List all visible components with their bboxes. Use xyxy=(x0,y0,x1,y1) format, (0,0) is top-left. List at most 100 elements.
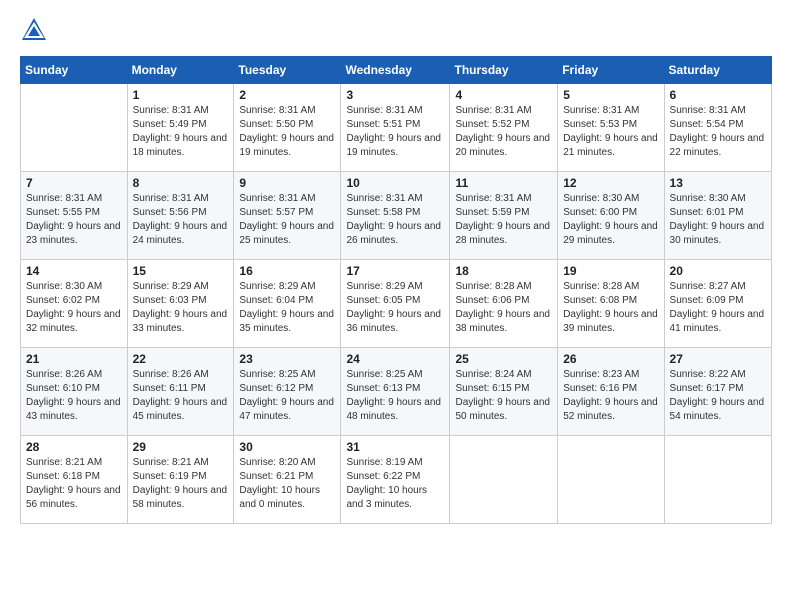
day-info: Sunrise: 8:25 AMSunset: 6:13 PMDaylight:… xyxy=(346,368,444,424)
day-number: 24 xyxy=(346,352,444,366)
calendar-cell: 21 Sunrise: 8:26 AMSunset: 6:10 PMDayligh… xyxy=(21,348,128,436)
calendar-cell: 28 Sunrise: 8:21 AMSunset: 6:18 PMDayligh… xyxy=(21,436,128,524)
day-info: Sunrise: 8:20 AMSunset: 6:21 PMDaylight:… xyxy=(239,456,335,512)
calendar-cell: 25 Sunrise: 8:24 AMSunset: 6:15 PMDayligh… xyxy=(450,348,558,436)
day-info: Sunrise: 8:19 AMSunset: 6:22 PMDaylight:… xyxy=(346,456,444,512)
day-number: 5 xyxy=(563,88,658,102)
day-number: 21 xyxy=(26,352,122,366)
day-info: Sunrise: 8:31 AMSunset: 5:49 PMDaylight:… xyxy=(133,104,229,160)
day-info: Sunrise: 8:31 AMSunset: 5:55 PMDaylight:… xyxy=(26,192,122,248)
day-info: Sunrise: 8:28 AMSunset: 6:06 PMDaylight:… xyxy=(455,280,552,336)
day-number: 25 xyxy=(455,352,552,366)
day-info: Sunrise: 8:21 AMSunset: 6:18 PMDaylight:… xyxy=(26,456,122,512)
day-info: Sunrise: 8:29 AMSunset: 6:04 PMDaylight:… xyxy=(239,280,335,336)
weekday-header-wednesday: Wednesday xyxy=(341,57,450,84)
day-info: Sunrise: 8:31 AMSunset: 5:56 PMDaylight:… xyxy=(133,192,229,248)
day-info: Sunrise: 8:28 AMSunset: 6:08 PMDaylight:… xyxy=(563,280,658,336)
calendar-cell xyxy=(664,436,771,524)
day-number: 28 xyxy=(26,440,122,454)
calendar-cell: 24 Sunrise: 8:25 AMSunset: 6:13 PMDayligh… xyxy=(341,348,450,436)
calendar-cell: 26 Sunrise: 8:23 AMSunset: 6:16 PMDayligh… xyxy=(558,348,664,436)
weekday-header-sunday: Sunday xyxy=(21,57,128,84)
day-number: 27 xyxy=(670,352,766,366)
day-info: Sunrise: 8:31 AMSunset: 5:58 PMDaylight:… xyxy=(346,192,444,248)
day-number: 26 xyxy=(563,352,658,366)
calendar-cell: 20 Sunrise: 8:27 AMSunset: 6:09 PMDayligh… xyxy=(664,260,771,348)
day-info: Sunrise: 8:27 AMSunset: 6:09 PMDaylight:… xyxy=(670,280,766,336)
day-number: 8 xyxy=(133,176,229,190)
calendar-cell: 4Sunrise: 8:31 AMSunset: 5:52 PMDaylight… xyxy=(450,84,558,172)
day-number: 14 xyxy=(26,264,122,278)
day-number: 31 xyxy=(346,440,444,454)
weekday-header-monday: Monday xyxy=(127,57,234,84)
calendar-cell: 14 Sunrise: 8:30 AMSunset: 6:02 PMDayligh… xyxy=(21,260,128,348)
calendar-cell: 11 Sunrise: 8:31 AMSunset: 5:59 PMDayligh… xyxy=(450,172,558,260)
calendar-cell: 17 Sunrise: 8:29 AMSunset: 6:05 PMDayligh… xyxy=(341,260,450,348)
calendar-cell: 10 Sunrise: 8:31 AMSunset: 5:58 PMDayligh… xyxy=(341,172,450,260)
day-number: 2 xyxy=(239,88,335,102)
calendar-cell: 19 Sunrise: 8:28 AMSunset: 6:08 PMDayligh… xyxy=(558,260,664,348)
logo xyxy=(20,16,52,44)
calendar-cell: 22 Sunrise: 8:26 AMSunset: 6:11 PMDayligh… xyxy=(127,348,234,436)
day-number: 1 xyxy=(133,88,229,102)
day-number: 22 xyxy=(133,352,229,366)
day-number: 19 xyxy=(563,264,658,278)
day-info: Sunrise: 8:25 AMSunset: 6:12 PMDaylight:… xyxy=(239,368,335,424)
week-row-0: 1 Sunrise: 8:31 AMSunset: 5:49 PMDaylight… xyxy=(21,84,772,172)
day-info: Sunrise: 8:30 AMSunset: 6:01 PMDaylight:… xyxy=(670,192,766,248)
calendar-cell: 16 Sunrise: 8:29 AMSunset: 6:04 PMDayligh… xyxy=(234,260,341,348)
calendar-cell: 30 Sunrise: 8:20 AMSunset: 6:21 PMDayligh… xyxy=(234,436,341,524)
day-info: Sunrise: 8:31 AMSunset: 5:59 PMDaylight:… xyxy=(455,192,552,248)
weekday-header-saturday: Saturday xyxy=(664,57,771,84)
day-info: Sunrise: 8:22 AMSunset: 6:17 PMDaylight:… xyxy=(670,368,766,424)
day-number: 11 xyxy=(455,176,552,190)
day-info: Sunrise: 8:31 AMSunset: 5:51 PMDaylight:… xyxy=(346,104,444,160)
weekday-header-thursday: Thursday xyxy=(450,57,558,84)
weekday-header-tuesday: Tuesday xyxy=(234,57,341,84)
day-info: Sunrise: 8:30 AMSunset: 6:00 PMDaylight:… xyxy=(563,192,658,248)
day-info: Sunrise: 8:31 AMSunset: 5:57 PMDaylight:… xyxy=(239,192,335,248)
day-info: Sunrise: 8:31 AMSunset: 5:50 PMDaylight:… xyxy=(239,104,335,160)
day-info: Sunrise: 8:24 AMSunset: 6:15 PMDaylight:… xyxy=(455,368,552,424)
calendar-cell: 15 Sunrise: 8:29 AMSunset: 6:03 PMDayligh… xyxy=(127,260,234,348)
day-number: 6 xyxy=(670,88,766,102)
day-info: Sunrise: 8:26 AMSunset: 6:10 PMDaylight:… xyxy=(26,368,122,424)
calendar-cell: 9Sunrise: 8:31 AMSunset: 5:57 PMDaylight… xyxy=(234,172,341,260)
calendar-cell xyxy=(558,436,664,524)
day-number: 15 xyxy=(133,264,229,278)
calendar-cell: 29Sunrise: 8:21 AMSunset: 6:19 PMDayligh… xyxy=(127,436,234,524)
weekday-header-row: SundayMondayTuesdayWednesdayThursdayFrid… xyxy=(21,57,772,84)
day-number: 7 xyxy=(26,176,122,190)
day-info: Sunrise: 8:29 AMSunset: 6:05 PMDaylight:… xyxy=(346,280,444,336)
day-info: Sunrise: 8:30 AMSunset: 6:02 PMDaylight:… xyxy=(26,280,122,336)
week-row-1: 7 Sunrise: 8:31 AMSunset: 5:55 PMDaylight… xyxy=(21,172,772,260)
day-info: Sunrise: 8:31 AMSunset: 5:54 PMDaylight:… xyxy=(670,104,766,160)
day-number: 10 xyxy=(346,176,444,190)
day-number: 17 xyxy=(346,264,444,278)
week-row-2: 14 Sunrise: 8:30 AMSunset: 6:02 PMDayligh… xyxy=(21,260,772,348)
day-info: Sunrise: 8:26 AMSunset: 6:11 PMDaylight:… xyxy=(133,368,229,424)
day-number: 12 xyxy=(563,176,658,190)
day-number: 20 xyxy=(670,264,766,278)
calendar-cell: 23Sunrise: 8:25 AMSunset: 6:12 PMDayligh… xyxy=(234,348,341,436)
calendar-cell: 5Sunrise: 8:31 AMSunset: 5:53 PMDaylight… xyxy=(558,84,664,172)
calendar-cell: 7 Sunrise: 8:31 AMSunset: 5:55 PMDaylight… xyxy=(21,172,128,260)
calendar-cell: 12 Sunrise: 8:30 AMSunset: 6:00 PMDayligh… xyxy=(558,172,664,260)
page: SundayMondayTuesdayWednesdayThursdayFrid… xyxy=(0,0,792,544)
day-info: Sunrise: 8:29 AMSunset: 6:03 PMDaylight:… xyxy=(133,280,229,336)
week-row-4: 28 Sunrise: 8:21 AMSunset: 6:18 PMDayligh… xyxy=(21,436,772,524)
day-info: Sunrise: 8:23 AMSunset: 6:16 PMDaylight:… xyxy=(563,368,658,424)
header xyxy=(20,16,772,44)
day-number: 16 xyxy=(239,264,335,278)
calendar-cell: 1 Sunrise: 8:31 AMSunset: 5:49 PMDaylight… xyxy=(127,84,234,172)
day-number: 18 xyxy=(455,264,552,278)
logo-icon xyxy=(20,16,48,44)
day-info: Sunrise: 8:21 AMSunset: 6:19 PMDaylight:… xyxy=(133,456,229,512)
calendar-cell: 13Sunrise: 8:30 AMSunset: 6:01 PMDayligh… xyxy=(664,172,771,260)
calendar-cell: 6 Sunrise: 8:31 AMSunset: 5:54 PMDaylight… xyxy=(664,84,771,172)
calendar-cell: 31 Sunrise: 8:19 AMSunset: 6:22 PMDayligh… xyxy=(341,436,450,524)
calendar-cell: 2 Sunrise: 8:31 AMSunset: 5:50 PMDaylight… xyxy=(234,84,341,172)
day-number: 30 xyxy=(239,440,335,454)
calendar-cell xyxy=(450,436,558,524)
day-number: 4 xyxy=(455,88,552,102)
